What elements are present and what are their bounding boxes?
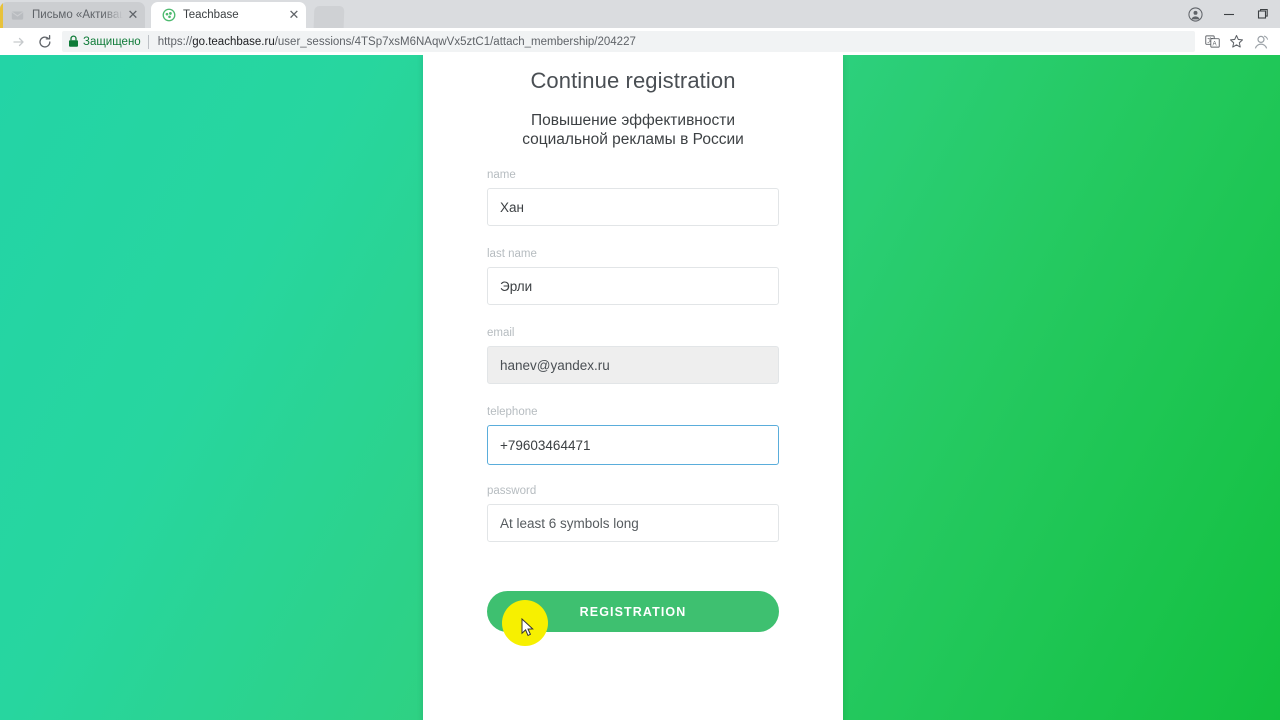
security-indicator[interactable]: Защищено [68,35,148,48]
field-label-name: name [487,169,516,181]
forward-arrow-icon [6,30,32,54]
address-bar[interactable]: Защищено https://go.teachbase.ru/user_se… [62,31,1195,52]
name-input[interactable] [487,188,779,226]
minimize-button[interactable] [1212,0,1246,28]
teachbase-logo-icon [161,8,176,23]
page-title: Continue registration [530,68,736,93]
reload-icon[interactable] [32,30,58,54]
url-text: https://go.teachbase.ru/user_sessions/4T… [149,36,636,48]
window-controls [1178,0,1280,28]
tab-title: Teachbase [183,9,239,21]
translate-icon[interactable]: 文A [1200,31,1224,53]
profile-icon[interactable] [1178,0,1212,28]
browser-tab-mail[interactable]: Письмо «Активация по ✕ [0,2,145,28]
tab-title: Письмо «Активация по [32,9,123,21]
page-subtitle: Повышение эффективности социальной рекла… [522,112,744,148]
url-host: go.teachbase.ru [192,35,275,48]
registration-card: Continue registration Повышение эффектив… [423,55,843,720]
secure-label: Защищено [83,35,141,48]
field-email: email [487,327,779,384]
field-label-password: password [487,485,537,497]
registration-submit-button[interactable]: REGISTRATION [487,591,779,632]
field-telephone: telephone [487,406,779,465]
navigation-toolbar: Защищено https://go.teachbase.ru/user_se… [0,28,1280,55]
field-last-name: last name [487,248,779,305]
browser-tab-teachbase[interactable]: Teachbase ✕ [151,2,306,28]
url-path: /user_sessions/4TSp7xsM6NAqwVx5ztC1/atta… [274,35,636,48]
field-name: name [487,169,779,226]
new-tab-button[interactable] [313,6,345,28]
field-label-last-name: last name [487,248,537,260]
page-viewport: Continue registration Повышение эффектив… [0,55,1280,720]
password-input[interactable] [487,504,779,542]
telephone-input[interactable] [487,425,779,465]
field-label-telephone: telephone [487,406,538,418]
registration-form: name last name email telephone password [487,169,779,632]
omnibox-actions: 文A [1200,31,1248,53]
mail-icon [10,8,25,23]
maximize-button[interactable] [1246,0,1280,28]
url-scheme: https:// [157,35,193,48]
email-input [487,346,779,384]
last-name-input[interactable] [487,267,779,305]
field-password: password [487,485,779,542]
tab-strip: Письмо «Активация по ✕ Teachbase ✕ [0,0,1280,28]
account-avatar-icon[interactable] [1248,30,1274,54]
lock-icon [68,35,79,48]
close-icon[interactable]: ✕ [286,7,302,23]
close-icon[interactable]: ✕ [125,7,141,23]
field-label-email: email [487,327,515,339]
star-icon[interactable] [1224,31,1248,53]
browser-chrome: Письмо «Активация по ✕ Teachbase ✕ [0,0,1280,55]
